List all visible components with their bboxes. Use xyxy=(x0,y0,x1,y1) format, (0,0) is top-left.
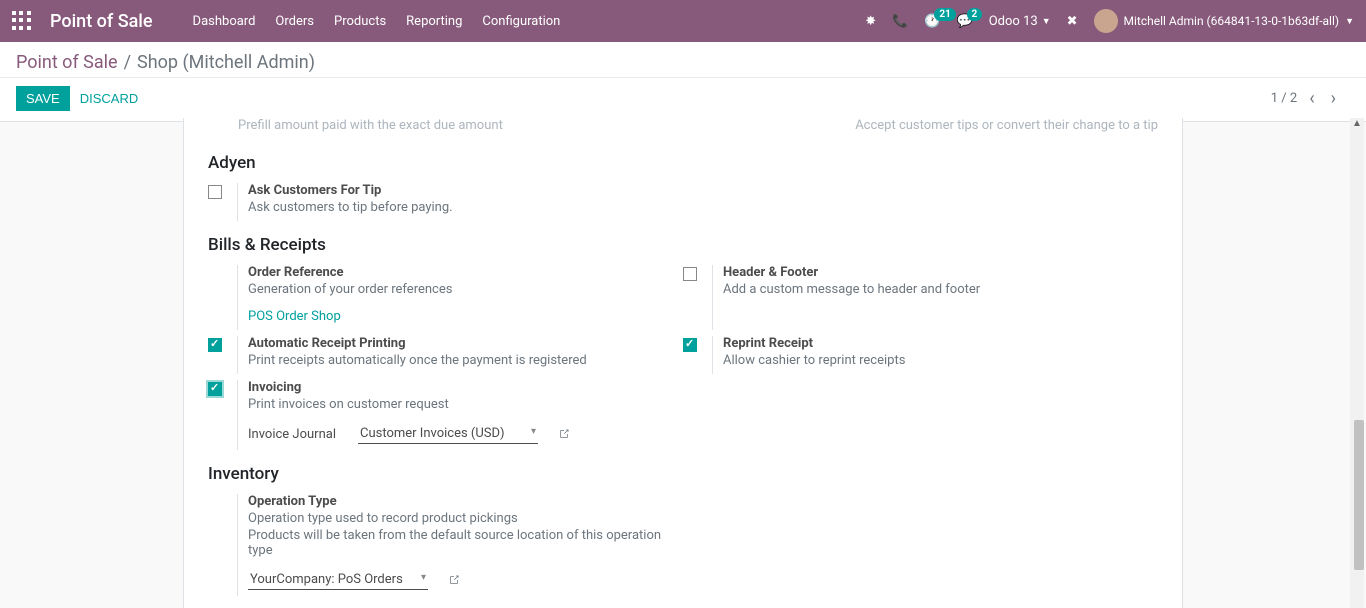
invoicing-title: Invoicing xyxy=(248,380,683,395)
chk-invoicing[interactable] xyxy=(208,382,222,396)
invoice-journal-select[interactable]: Customer Invoices (USD) xyxy=(358,424,538,444)
top-nav: Point of Sale Dashboard Orders Products … xyxy=(0,0,1366,42)
section-bills: Bills & Receipts xyxy=(208,235,1158,255)
activity-badge: 21 xyxy=(934,8,955,21)
header-footer-title: Header & Footer xyxy=(723,265,1158,280)
optype-desc1: Operation type used to record product pi… xyxy=(248,511,683,526)
reprint-title: Reprint Receipt xyxy=(723,336,1158,351)
nav-configuration[interactable]: Configuration xyxy=(482,14,560,29)
avatar xyxy=(1094,9,1118,33)
breadcrumb: Point of Sale / Shop (Mitchell Admin) xyxy=(16,52,1350,73)
optype-title: Operation Type xyxy=(248,494,683,509)
header-footer-desc: Add a custom message to header and foote… xyxy=(723,282,1158,297)
optype-desc2: Products will be taken from the default … xyxy=(248,528,683,558)
order-ref-desc: Generation of your order references xyxy=(248,282,683,297)
reprint-desc: Allow cashier to reprint receipts xyxy=(723,353,1158,368)
user-name: Mitchell Admin (664841-13-0-1b63df-all) xyxy=(1124,14,1340,28)
order-ref-title: Order Reference xyxy=(248,265,683,280)
breadcrumb-current: Shop (Mitchell Admin) xyxy=(137,52,315,73)
breadcrumb-root[interactable]: Point of Sale xyxy=(16,52,118,73)
nav-menu: Dashboard Orders Products Reporting Conf… xyxy=(193,14,561,29)
bug-icon[interactable]: ✸ xyxy=(865,14,876,29)
tools-icon[interactable]: ✖ xyxy=(1067,14,1078,29)
ask-tip-desc: Ask customers to tip before paying. xyxy=(248,200,683,215)
content: Prefill amount paid with the exact due a… xyxy=(0,118,1366,608)
apps-icon[interactable] xyxy=(12,11,32,31)
invoicing-desc: Print invoices on customer request xyxy=(248,397,683,412)
section-inventory: Inventory xyxy=(208,464,1158,484)
auto-receipt-title: Automatic Receipt Printing xyxy=(248,336,683,351)
scroll-up-icon[interactable]: ▲ xyxy=(1350,118,1364,134)
external-link-icon[interactable] xyxy=(558,428,570,440)
pager: 1 / 2 ‹ › xyxy=(1271,88,1350,109)
chk-ask-tip[interactable] xyxy=(208,185,222,199)
order-ref-link[interactable]: POS Order Shop xyxy=(248,309,341,324)
sheet: Prefill amount paid with the exact due a… xyxy=(183,118,1183,608)
user-menu[interactable]: Mitchell Admin (664841-13-0-1b63df-all) … xyxy=(1094,9,1354,33)
breadcrumb-bar: Point of Sale / Shop (Mitchell Admin) xyxy=(0,42,1366,78)
nav-dashboard[interactable]: Dashboard xyxy=(193,14,256,29)
scrollbar-thumb[interactable] xyxy=(1354,420,1364,570)
discard-button[interactable]: DISCARD xyxy=(70,86,149,111)
brand[interactable]: Point of Sale xyxy=(50,11,153,32)
save-button[interactable]: SAVE xyxy=(16,86,70,111)
activity-icon[interactable]: 🕐21 xyxy=(924,14,940,29)
nav-right: ✸ 📞 🕐21 💬2 Odoo 13 ▼ ✖ Mitchell Admin (6… xyxy=(865,9,1354,33)
ask-tip-title: Ask Customers For Tip xyxy=(248,183,683,198)
breadcrumb-sep: / xyxy=(124,52,131,73)
chat-badge: 2 xyxy=(967,8,983,21)
chat-icon[interactable]: 💬2 xyxy=(957,14,973,29)
optype-select[interactable]: YourCompany: PoS Orders xyxy=(248,570,428,590)
phone-icon[interactable]: 📞 xyxy=(892,14,908,29)
pager-text: 1 / 2 xyxy=(1271,91,1297,106)
chk-auto-receipt[interactable] xyxy=(208,338,222,352)
pager-next[interactable]: › xyxy=(1327,88,1340,109)
tenant-menu[interactable]: Odoo 13 ▼ xyxy=(989,14,1051,29)
external-link-icon-2[interactable] xyxy=(448,574,460,586)
nav-orders[interactable]: Orders xyxy=(275,14,314,29)
nav-products[interactable]: Products xyxy=(334,14,386,29)
section-adyen: Adyen xyxy=(208,153,1158,173)
nav-reporting[interactable]: Reporting xyxy=(406,14,462,29)
chk-reprint[interactable] xyxy=(683,338,697,352)
cutoff-row: Prefill amount paid with the exact due a… xyxy=(208,118,1158,139)
auto-receipt-desc: Print receipts automatically once the pa… xyxy=(248,353,683,368)
pager-prev[interactable]: ‹ xyxy=(1305,88,1318,109)
chk-header-footer[interactable] xyxy=(683,267,697,281)
invoice-journal-label: Invoice Journal xyxy=(248,427,338,442)
action-bar: SAVE DISCARD 1 / 2 ‹ › xyxy=(0,78,1366,122)
